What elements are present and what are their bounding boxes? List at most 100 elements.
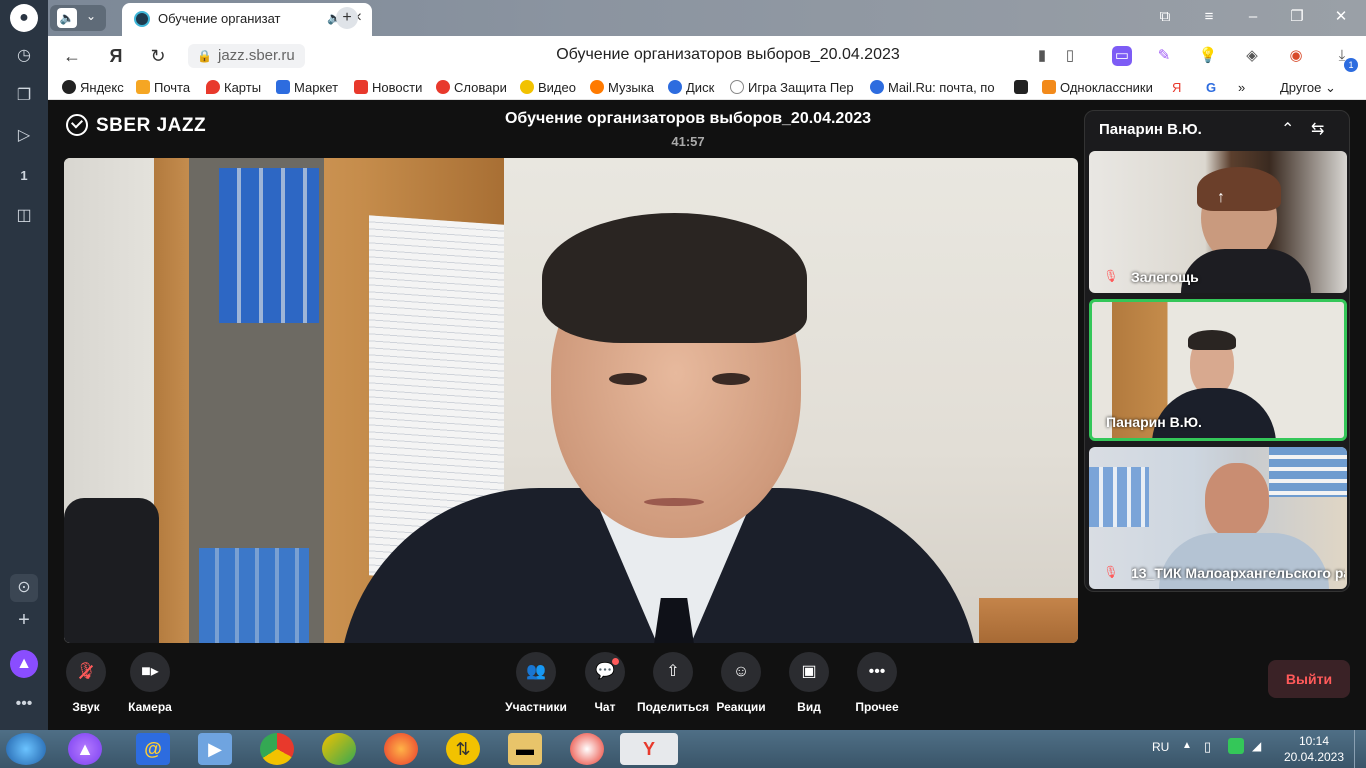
bookmark-maps[interactable]: Карты xyxy=(206,80,261,95)
alice-icon[interactable]: ▲ xyxy=(68,733,102,765)
minimize-icon[interactable]: – xyxy=(1242,6,1264,28)
profile-icon[interactable]: ● xyxy=(10,4,38,32)
tab-audio-switcher[interactable]: 🔈 ⌄ xyxy=(50,5,106,31)
language-indicator[interactable]: RU xyxy=(1152,740,1169,754)
video-person-eye xyxy=(712,373,750,385)
video-person-mouth xyxy=(644,498,704,506)
bulb-icon[interactable]: 💡 xyxy=(1198,46,1218,66)
bookmark-ya[interactable]: Я xyxy=(1172,80,1181,95)
arrow-up-icon: ↑ xyxy=(1217,189,1225,206)
bookmark-dictionaries[interactable]: Словари xyxy=(436,80,507,95)
tile-person-hair xyxy=(1197,167,1281,211)
tab-bar: 🔈 ⌄ Обучение организат 🔈 × + ⧉ ≡ – ❐ ✕ xyxy=(48,0,1366,36)
bookmark-unnamed[interactable] xyxy=(1014,80,1032,95)
torrent-icon[interactable]: ⇅ xyxy=(446,733,480,765)
tab-active[interactable]: Обучение организат 🔈 × xyxy=(122,3,372,36)
show-desktop-button[interactable] xyxy=(1354,730,1366,768)
sber-jazz-favicon-icon xyxy=(134,11,150,27)
dictionary-icon xyxy=(436,80,450,94)
menu-icon[interactable]: ≡ xyxy=(1198,6,1220,28)
chevron-up-icon[interactable]: ⌃ xyxy=(1281,119,1294,139)
at-icon xyxy=(870,80,884,94)
alice-ext-icon[interactable]: ▭ xyxy=(1112,46,1132,66)
start-icon[interactable] xyxy=(6,733,46,765)
antivirus-icon[interactable] xyxy=(570,733,604,765)
more-icon: ••• xyxy=(857,652,897,692)
bookmarks-more[interactable]: » xyxy=(1238,80,1245,95)
screenshot-icon[interactable]: ◫ xyxy=(10,202,38,230)
lock-icon: 🔒 xyxy=(197,49,212,63)
browser-app-icon[interactable] xyxy=(322,733,356,765)
green-app-icon[interactable] xyxy=(1228,738,1244,754)
alice-toggle-icon[interactable]: ⊙ xyxy=(10,574,38,602)
tile-wall-poster xyxy=(1089,467,1149,527)
mail-agent-icon[interactable]: @ xyxy=(136,733,170,765)
camera-ext-icon[interactable]: ▮ xyxy=(1032,46,1052,66)
participants-side-panel: Панарин В.Ю. ⌃ ⇆ ↑ 🎙 Залегощь Панарин В.… xyxy=(1084,110,1350,592)
window-icon xyxy=(1014,80,1028,94)
participant-name: Панарин В.Ю. xyxy=(1106,414,1202,430)
bookmark-mailru[interactable]: Mail.Ru: почта, по xyxy=(870,80,996,95)
puzzle-icon[interactable]: ◈ xyxy=(1242,46,1262,66)
media-player-icon[interactable]: ▶ xyxy=(198,733,232,765)
yandex-browser-taskbar-button[interactable]: Y xyxy=(620,733,678,765)
tray-expand-icon[interactable]: ▲ xyxy=(1182,740,1192,751)
reload-icon[interactable]: ↻ xyxy=(146,44,170,68)
phone-icon[interactable]: ▯ xyxy=(1204,739,1211,755)
bookmark-video[interactable]: Видео xyxy=(520,80,576,95)
collections-icon[interactable]: ❐ xyxy=(10,82,38,110)
firefox-icon[interactable] xyxy=(384,733,418,765)
participant-tile[interactable]: ↑ 🎙 Залегощь xyxy=(1089,151,1347,293)
close-window-icon[interactable]: ✕ xyxy=(1330,6,1352,28)
system-clock[interactable]: 10:14 20.04.2023 xyxy=(1282,733,1346,765)
camera-toggle-button[interactable]: ■▸ Камера xyxy=(110,652,190,714)
participant-tile-active[interactable]: Панарин В.Ю. xyxy=(1089,299,1347,441)
meeting-timer: 41:57 xyxy=(671,134,705,149)
music-icon xyxy=(590,80,604,94)
google-icon[interactable]: G xyxy=(1206,80,1216,95)
participants-icon: 👥 xyxy=(516,652,556,692)
alice-icon[interactable]: ▲ xyxy=(10,650,38,678)
calendar-icon[interactable]: 1 xyxy=(10,162,38,190)
clock-date: 20.04.2023 xyxy=(1283,750,1345,764)
history-icon[interactable]: ◷ xyxy=(10,42,38,70)
bookmarks-bar: Яндекс Почта Карты Маркет Новости Словар… xyxy=(48,76,1366,100)
new-tab-button[interactable]: + xyxy=(336,7,358,29)
chrome-icon[interactable] xyxy=(260,733,294,765)
more-icon[interactable]: ••• xyxy=(10,690,38,718)
back-icon[interactable]: ← xyxy=(60,44,84,68)
mic-off-icon: 🎙 xyxy=(1103,565,1119,579)
vpn-ext-icon[interactable]: ◉ xyxy=(1286,46,1306,66)
meeting-title: Обучение организаторов выборов_20.04.202… xyxy=(504,110,872,127)
video-icon xyxy=(520,80,534,94)
bookmark-music[interactable]: Музыка xyxy=(590,80,654,95)
bookmark-game[interactable]: Игра Защита Пер xyxy=(730,80,856,95)
network-icon[interactable]: ◢ xyxy=(1252,739,1261,753)
video-person-eye xyxy=(609,373,647,385)
folder-icon[interactable]: ▬ xyxy=(508,733,542,765)
bookmark-mail[interactable]: Почта xyxy=(136,80,190,95)
url-field[interactable]: 🔒 jazz.sber.ru xyxy=(188,44,305,68)
bookmark-disk[interactable]: Диск xyxy=(668,80,714,95)
camera-icon: ■▸ xyxy=(130,652,170,692)
bookmark-news[interactable]: Новости xyxy=(354,80,422,95)
restore-icon[interactable]: ❐ xyxy=(1286,6,1308,28)
bookmark-odnoklassniki[interactable]: Одноклассники xyxy=(1042,80,1153,95)
yandex-icon[interactable]: Я xyxy=(104,44,128,68)
tile-person-face xyxy=(1205,463,1269,539)
tabs-list-icon[interactable]: ⧉ xyxy=(1154,6,1176,28)
pen-icon[interactable]: ✎ xyxy=(1154,46,1174,66)
add-panel-icon[interactable]: + xyxy=(10,606,38,634)
bookmark-icon[interactable]: ▯ xyxy=(1060,46,1080,66)
participant-tile[interactable]: 🎙 13_ТИК Малоархангельского ра xyxy=(1089,447,1347,589)
swap-layout-icon[interactable]: ⇆ xyxy=(1311,119,1324,139)
bookmarks-other[interactable]: Другое ⌄ xyxy=(1280,80,1336,96)
main-video-feed[interactable] xyxy=(64,158,1078,643)
more-button[interactable]: ••• Прочее xyxy=(837,652,917,714)
bookmark-yandex[interactable]: Яндекс xyxy=(62,80,124,95)
participant-name: Залегощь xyxy=(1131,269,1199,285)
participants-button[interactable]: 👥 Участники xyxy=(496,652,576,714)
bookmark-market[interactable]: Маркет xyxy=(276,80,338,95)
play-icon[interactable]: ▷ xyxy=(10,122,38,150)
exit-button[interactable]: Выйти xyxy=(1268,660,1350,698)
